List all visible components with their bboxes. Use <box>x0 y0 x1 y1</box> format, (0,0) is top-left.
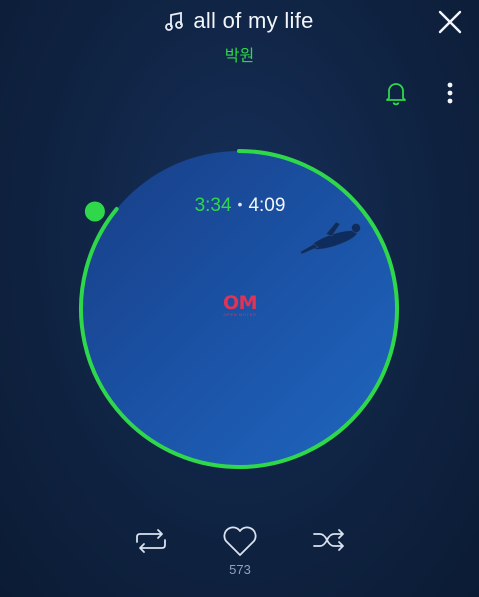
more-options-button[interactable] <box>438 79 462 109</box>
time-separator: • <box>237 196 243 212</box>
shuffle-button[interactable] <box>311 526 347 556</box>
close-button[interactable] <box>434 6 466 38</box>
music-note-icon <box>165 10 185 32</box>
heart-icon <box>223 526 257 556</box>
total-time: 4:09 <box>248 195 286 216</box>
more-vertical-icon <box>447 82 453 104</box>
shuffle-icon <box>313 529 344 551</box>
like-count: 573 <box>229 562 251 577</box>
notify-button[interactable] <box>382 79 410 107</box>
album-logo-text: OM <box>222 292 258 314</box>
artist-name[interactable]: 박원 <box>0 42 479 66</box>
album-logo-subtext: OPEN MOTER <box>223 312 257 317</box>
track-title: all of my life <box>193 8 314 33</box>
title-row: all of my life <box>0 6 479 36</box>
close-icon <box>438 10 462 34</box>
album-logo: OM OPEN MOTER <box>190 292 290 318</box>
elapsed-time: 3:34 <box>194 195 232 216</box>
repeat-icon <box>136 529 166 553</box>
like-button[interactable] <box>220 524 260 560</box>
repeat-button[interactable] <box>133 526 169 556</box>
progress-knob[interactable] <box>84 201 105 222</box>
time-display: 3:34 • 4:09 <box>140 195 340 217</box>
bell-icon <box>386 83 406 106</box>
